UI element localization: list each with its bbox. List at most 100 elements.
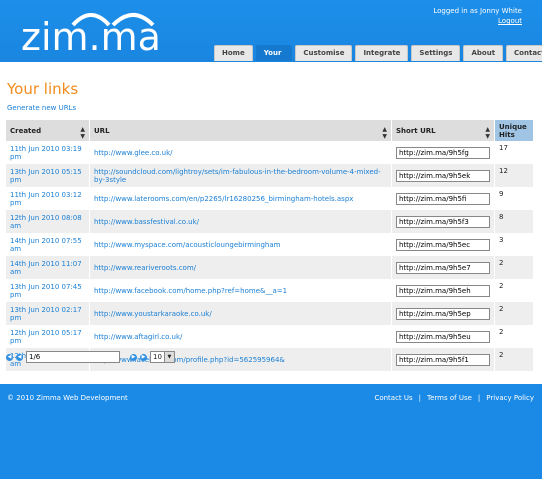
created-date: 12th Jun 2010 08:08 am: [6, 210, 90, 233]
footer-link-terms[interactable]: Terms of Use: [427, 394, 472, 402]
table-row: 11th Jun 2010 03:19 pm http://www.glee.c…: [6, 141, 534, 164]
svg-text:zim.ma: zim.ma: [21, 15, 161, 57]
links-table: Created ▲ ▼ URL ▲ ▼ Short URL ▲ ▼ Unique Hi…: [6, 120, 534, 371]
last-page-icon[interactable]: ▶: [140, 353, 147, 361]
page-size-select[interactable]: 10 ▼: [150, 351, 175, 363]
tab-home[interactable]: Home: [214, 45, 253, 61]
url-link[interactable]: http://www.bassfestival.co.uk/: [89, 210, 392, 233]
table-row: 13th Jun 2010 07:45 pm http://www.facebo…: [6, 279, 534, 302]
short-url-field[interactable]: [396, 146, 490, 159]
column-header-hits-line2: Hits: [499, 130, 515, 139]
short-url-field[interactable]: [396, 330, 490, 343]
table-row: 11th Jun 2010 03:12 pm http://www.latero…: [6, 187, 534, 210]
table-row: 13th Jun 2010 02:17 pm http://www.yousta…: [6, 302, 534, 325]
hits-count: 2: [494, 348, 534, 371]
hits-count: 2: [494, 256, 534, 279]
table-row: 12th Jun 2010 05:17 pm http://www.aftagi…: [6, 325, 534, 348]
page-number-input[interactable]: [26, 351, 120, 363]
first-page-icon[interactable]: ◀: [6, 353, 13, 361]
logout-link[interactable]: Logout: [433, 16, 522, 26]
url-link[interactable]: http://www.glee.co.uk/: [89, 141, 392, 164]
short-url-cell: [391, 348, 495, 371]
generate-urls-link[interactable]: Generate new URLs: [7, 104, 76, 112]
url-link[interactable]: http://www.laterooms.com/en/p2265/lr1628…: [89, 187, 392, 210]
short-url-field[interactable]: [396, 307, 490, 320]
footer-separator: |: [477, 394, 481, 402]
url-link[interactable]: http://www.aftagirl.co.uk/: [89, 325, 392, 348]
table-row: 13th Jun 2010 05:15 pm http://soundcloud…: [6, 164, 534, 187]
url-link[interactable]: http://www.reariveroots.com/: [89, 256, 392, 279]
chevron-down-icon[interactable]: ▼: [163, 352, 174, 362]
pagination: ◀ ◀ ▶ ▶ 10 ▼: [6, 351, 175, 363]
column-header-url[interactable]: URL ▲ ▼: [89, 120, 392, 141]
short-url-field[interactable]: [396, 192, 490, 205]
footer-link-privacy[interactable]: Privacy Policy: [486, 394, 534, 402]
column-header-unique-hits[interactable]: Unique Hits: [494, 120, 534, 141]
short-url-field[interactable]: [396, 261, 490, 274]
links-table-body: 11th Jun 2010 03:19 pm http://www.glee.c…: [6, 141, 534, 371]
hits-count: 2: [494, 279, 534, 302]
short-url-field[interactable]: [396, 169, 490, 182]
short-url-cell: [391, 141, 495, 164]
table-row: 14th Jun 2010 07:55 am http://www.myspac…: [6, 233, 534, 256]
short-url-field[interactable]: [396, 215, 490, 228]
short-url-cell: [391, 279, 495, 302]
created-date: 14th Jun 2010 11:07 am: [6, 256, 90, 279]
short-url-cell: [391, 325, 495, 348]
short-url-cell: [391, 187, 495, 210]
url-link[interactable]: http://www.facebook.com/home.php?ref=hom…: [89, 279, 392, 302]
short-url-cell: [391, 210, 495, 233]
hits-count: 12: [494, 164, 534, 187]
next-page-icon[interactable]: ▶: [130, 353, 137, 361]
column-header-url-label: URL: [94, 126, 110, 135]
url-link[interactable]: http://soundcloud.com/lightroy/sets/im-f…: [89, 164, 392, 187]
tab-about-us[interactable]: About us: [463, 45, 504, 72]
table-row: 12th Jun 2010 08:08 am http://www.bassfe…: [6, 210, 534, 233]
tab-your-links[interactable]: Your Links: [255, 45, 293, 72]
hits-count: 8: [494, 210, 534, 233]
short-url-field[interactable]: [396, 353, 490, 366]
tab-settings[interactable]: Settings: [411, 45, 461, 61]
tab-customise[interactable]: Customise: [295, 45, 353, 61]
hits-count: 2: [494, 302, 534, 325]
created-date: 12th Jun 2010 05:17 pm: [6, 325, 90, 348]
logged-in-text: Logged in as Jonny White: [433, 7, 522, 15]
footer-links: Contact Us | Terms of Use | Privacy Poli…: [374, 394, 534, 402]
column-header-short-url[interactable]: Short URL ▲ ▼: [391, 120, 495, 141]
table-row: 14th Jun 2010 11:07 am http://www.reariv…: [6, 256, 534, 279]
short-url-field[interactable]: [396, 284, 490, 297]
hits-count: 9: [494, 187, 534, 210]
column-header-created[interactable]: Created ▲ ▼: [6, 120, 90, 141]
tab-integrate[interactable]: Integrate: [355, 45, 409, 61]
short-url-cell: [391, 256, 495, 279]
url-link[interactable]: http://www.youstarkaraoke.co.uk/: [89, 302, 392, 325]
created-date: 11th Jun 2010 03:12 pm: [6, 187, 90, 210]
short-url-cell: [391, 233, 495, 256]
logo[interactable]: zim.ma: [21, 3, 181, 57]
short-url-cell: [391, 164, 495, 187]
created-date: 13th Jun 2010 05:15 pm: [6, 164, 90, 187]
sort-icon[interactable]: ▲ ▼: [485, 126, 490, 140]
created-date: 11th Jun 2010 03:19 pm: [6, 141, 90, 164]
main-nav: Home Your Links Customise Integrate Sett…: [214, 45, 542, 72]
hits-count: 17: [494, 141, 534, 164]
login-status: Logged in as Jonny White Logout: [433, 6, 522, 26]
footer-separator: |: [418, 394, 422, 402]
column-header-created-label: Created: [10, 126, 42, 135]
hits-count: 3: [494, 233, 534, 256]
page-title: Your links: [7, 80, 79, 98]
short-url-field[interactable]: [396, 238, 490, 251]
previous-page-icon[interactable]: ◀: [16, 353, 23, 361]
created-date: 13th Jun 2010 02:17 pm: [6, 302, 90, 325]
sort-icon[interactable]: ▲ ▼: [382, 126, 387, 140]
sort-icon[interactable]: ▲ ▼: [80, 126, 85, 140]
created-date: 14th Jun 2010 07:55 am: [6, 233, 90, 256]
footer-link-contact[interactable]: Contact Us: [374, 394, 412, 402]
hits-count: 2: [494, 325, 534, 348]
created-date: 13th Jun 2010 07:45 pm: [6, 279, 90, 302]
main-content: Your links Generate new URLs Created ▲ ▼ …: [0, 62, 542, 384]
tab-contact[interactable]: Contact: [506, 45, 542, 61]
url-link[interactable]: http://www.myspace.com/acousticloungebir…: [89, 233, 392, 256]
site-header: zim.ma Logged in as Jonny White Logout H…: [0, 0, 542, 72]
column-header-hits-line1: Unique: [499, 122, 527, 131]
